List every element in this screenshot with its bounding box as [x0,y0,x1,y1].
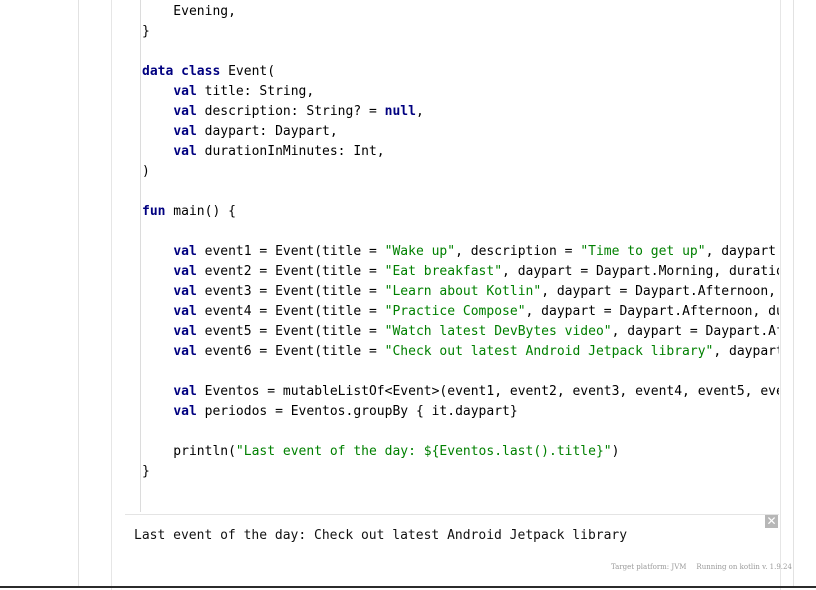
code-text: event4 = Event(title = [196,304,385,319]
code-line: ) [142,162,779,182]
code-text: event2 = Event(title = [196,264,385,279]
code-text: main() { [165,204,236,219]
code-keyword: val [173,124,197,139]
target-platform-label: Target platform: JVM [611,563,687,571]
code-string: "Practice Compose" [384,304,526,319]
code-text: , daypart = Daypart.Afternoon, durationI… [611,324,779,339]
code-line: } [142,22,779,42]
code-keyword: val [173,384,197,399]
code-line: val event5 = Event(title = "Watch latest… [142,322,779,342]
code-keyword: null [384,104,416,119]
code-string: "Time to get up" [580,244,706,259]
code-line: val event1 = Event(title = "Wake up", de… [142,242,779,262]
code-line: data class Event( [142,62,779,82]
code-line: Evening, [142,2,779,22]
code-text: title: String, [196,84,315,99]
code-keyword: val [173,324,197,339]
code-text: Evening, [142,4,236,19]
code-line: val daypart: Daypart, [142,122,779,142]
code-line: val event3 = Event(title = "Learn about … [142,282,779,302]
code-text: println( [142,444,236,459]
kotlin-version-label: Running on kotlin v. 1.9.24 [696,563,792,571]
code-keyword: val [173,404,197,419]
code-keyword: val [173,344,197,359]
code-text: Eventos = mutableListOf<Event>(event1, e… [196,384,779,399]
code-keyword: fun [142,204,166,219]
code-text: event6 = Event(title = [196,344,385,359]
code-text: , daypart = Daypart.Afternoon, durationI… [541,284,776,299]
code-keyword: val [173,284,197,299]
output-text: Last event of the day: Check out latest … [134,528,628,543]
code-string: "Last event of the day: ${Eventos.last()… [235,444,612,459]
code-line: fun main() { [142,202,779,222]
code-text: } [142,24,150,39]
code-text: , daypart = Daypart.Afternoon, durationI… [525,304,779,319]
code-text: event1 = Event(title = [196,244,385,259]
code-string: "Eat breakfast" [384,264,503,279]
code-text: ) [611,444,620,459]
code-text: , description = [455,244,581,259]
code-text: , daypart = Daypart.Morning, durationInM… [705,244,777,259]
code-keyword: val [173,144,197,159]
footer-info: Target platform: JVM Running on kotlin v.… [611,563,802,571]
code-content[interactable]: Evening,} data class Event( val title: S… [142,2,779,482]
code-string: "Wake up" [384,244,456,259]
page-right-border [793,0,794,588]
close-output-icon[interactable]: ✕ [765,515,778,528]
code-text: event3 = Event(title = [196,284,385,299]
code-text: } [142,464,150,479]
page-left-border [78,0,79,588]
code-text: description: String? = [196,104,385,119]
code-line: val event2 = Event(title = "Eat breakfas… [142,262,779,282]
code-string: "Check out latest Android Jetpack librar… [384,344,714,359]
code-text: periodos = Eventos.groupBy { it.daypart} [196,404,518,419]
code-text: , daypart = Daypart.Morning, durationInM… [502,264,779,279]
code-string: "Watch latest DevBytes video" [384,324,612,339]
code-editor[interactable]: Evening,} data class Event( val title: S… [112,0,779,512]
code-keyword: val [173,84,197,99]
code-line: val periodos = Eventos.groupBy { it.dayp… [142,402,779,422]
code-keyword: val [173,264,197,279]
code-text: daypart: Daypart, [196,124,338,139]
code-text: Event( [220,64,276,79]
code-text: event5 = Event(title = [196,324,385,339]
code-keyword: data class [142,64,221,79]
code-line: val event4 = Event(title = "Practice Com… [142,302,779,322]
code-line: val description: String? = null, [142,102,779,122]
code-keyword: val [173,304,197,319]
code-text: , daypart = Daypart.Evening, durationInM… [713,344,779,359]
code-text: durationInMinutes: Int, [196,144,385,159]
code-line: } [142,462,779,482]
code-keyword: val [173,104,197,119]
code-line: val Eventos = mutableListOf<Event>(event… [142,382,779,402]
code-text: , [415,104,424,119]
output-panel: Last event of the day: Check out latest … [125,514,779,561]
code-line: val title: String, [142,82,779,102]
code-line: val durationInMinutes: Int, [142,142,779,162]
code-line: println("Last event of the day: ${Evento… [142,442,779,462]
code-string: "Learn about Kotlin" [384,284,542,299]
editor-gutter-line [140,0,141,512]
code-line: val event6 = Event(title = "Check out la… [142,342,779,362]
code-text: ) [142,164,150,179]
code-keyword: val [173,244,197,259]
